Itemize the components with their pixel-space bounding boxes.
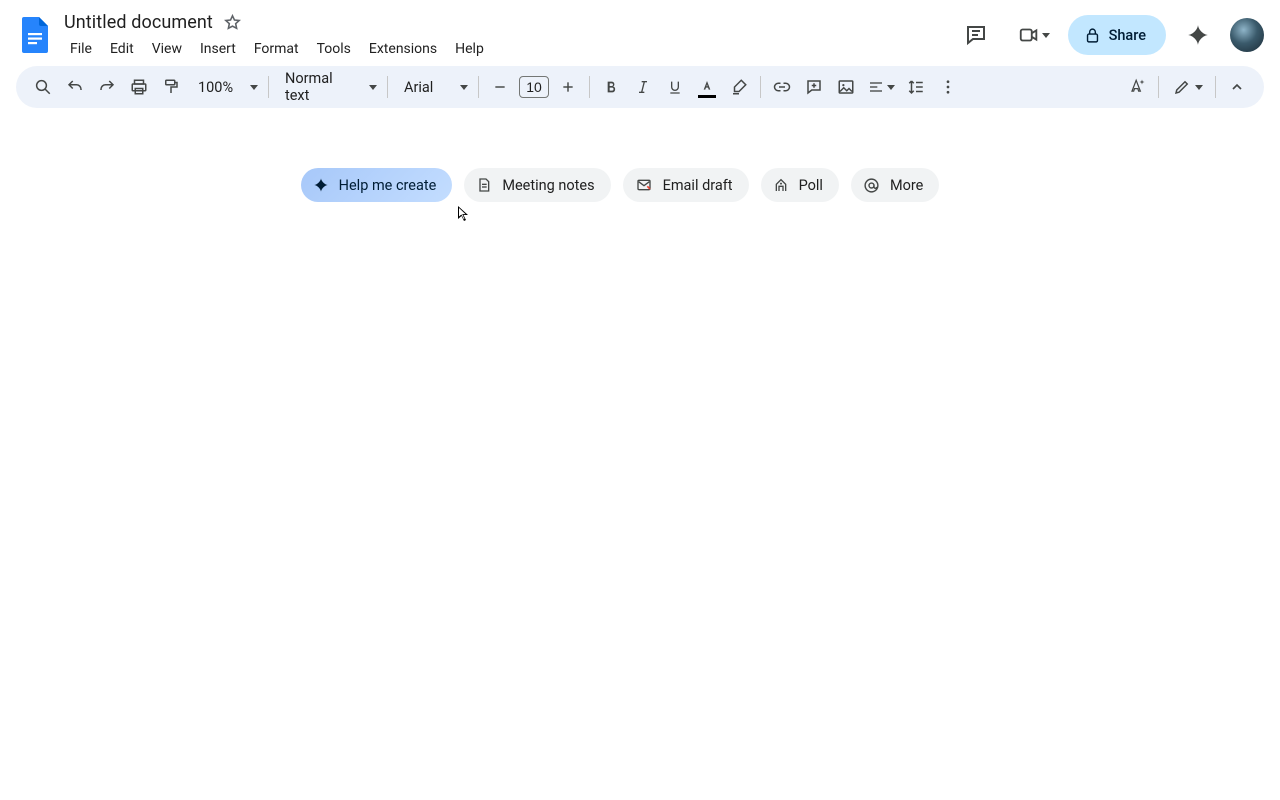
zoom-value: 100% [198, 79, 233, 96]
font-value: Arial [404, 79, 433, 96]
suggestion-chips: Help me create Meeting notes Email draft… [301, 168, 940, 202]
insert-image-icon[interactable] [831, 72, 861, 102]
lock-icon [1084, 27, 1101, 44]
chip-meeting-notes[interactable]: Meeting notes [464, 168, 610, 202]
meet-button[interactable] [1008, 15, 1056, 55]
line-spacing-icon[interactable] [901, 72, 931, 102]
docs-logo-icon[interactable] [16, 15, 56, 55]
chip-more[interactable]: More [851, 168, 939, 202]
chip-label: Email draft [663, 177, 733, 194]
chevron-down-icon [369, 85, 377, 90]
chip-label: Meeting notes [502, 177, 594, 194]
menu-tools[interactable]: Tools [309, 37, 359, 61]
highlight-icon[interactable] [724, 72, 754, 102]
search-menus-icon[interactable] [28, 72, 58, 102]
mail-icon [635, 177, 653, 193]
chevron-down-icon [250, 85, 258, 90]
increase-font-size-icon[interactable] [553, 72, 583, 102]
print-icon[interactable] [124, 72, 154, 102]
title-area: Untitled document File Edit View Insert … [64, 9, 956, 61]
share-label: Share [1109, 27, 1146, 44]
sparkle-icon [313, 177, 329, 193]
menu-insert[interactable]: Insert [192, 37, 244, 61]
text-color-icon[interactable] [692, 72, 722, 102]
font-size-input[interactable] [519, 76, 549, 98]
separator [1215, 76, 1216, 98]
document-title[interactable]: Untitled document [64, 12, 213, 33]
menu-edit[interactable]: Edit [102, 37, 142, 61]
doc-icon [476, 176, 492, 194]
chip-label: Poll [799, 177, 823, 194]
separator [760, 76, 761, 98]
account-avatar[interactable] [1230, 18, 1264, 52]
separator [1158, 76, 1159, 98]
app-header: Untitled document File Edit View Insert … [0, 0, 1280, 62]
undo-icon[interactable] [60, 72, 90, 102]
underline-icon[interactable] [660, 72, 690, 102]
gemini-icon[interactable] [1178, 15, 1218, 55]
menu-view[interactable]: View [144, 37, 190, 61]
paragraph-style-select[interactable]: Normal text [275, 72, 381, 102]
menu-format[interactable]: Format [246, 37, 307, 61]
collapse-toolbar-icon[interactable] [1222, 72, 1252, 102]
pencil-icon [1173, 78, 1191, 96]
paint-format-icon[interactable] [156, 72, 186, 102]
editing-mode-select[interactable] [1165, 72, 1209, 102]
chip-help-me-create[interactable]: Help me create [301, 168, 453, 202]
add-comment-icon[interactable] [799, 72, 829, 102]
chip-email-draft[interactable]: Email draft [623, 168, 749, 202]
chevron-down-icon [887, 85, 895, 90]
more-tools-icon[interactable] [933, 72, 963, 102]
ai-tools-icon[interactable] [1122, 72, 1152, 102]
chip-label: More [890, 177, 923, 194]
toolbar: 100% Normal text Arial [16, 66, 1264, 108]
chevron-down-icon [1195, 85, 1203, 90]
poll-icon [773, 176, 789, 194]
comments-icon[interactable] [956, 15, 996, 55]
align-select[interactable] [863, 72, 899, 102]
chip-label: Help me create [339, 177, 437, 194]
redo-icon[interactable] [92, 72, 122, 102]
insert-link-icon[interactable] [767, 72, 797, 102]
menu-bar: File Edit View Insert Format Tools Exten… [64, 37, 956, 61]
star-icon[interactable] [223, 12, 243, 32]
font-size-group [485, 72, 583, 102]
chevron-down-icon [460, 85, 468, 90]
share-button[interactable]: Share [1068, 15, 1166, 55]
at-icon [863, 177, 880, 194]
separator [268, 76, 269, 98]
header-actions: Share [956, 15, 1264, 55]
mouse-cursor-icon [457, 205, 471, 223]
document-canvas[interactable]: Help me create Meeting notes Email draft… [0, 108, 1280, 202]
italic-icon[interactable] [628, 72, 658, 102]
menu-extensions[interactable]: Extensions [361, 37, 445, 61]
menu-help[interactable]: Help [447, 37, 492, 61]
style-value: Normal text [285, 70, 357, 104]
zoom-select[interactable]: 100% [188, 72, 262, 102]
separator [478, 76, 479, 98]
menu-file[interactable]: File [64, 37, 100, 61]
bold-icon[interactable] [596, 72, 626, 102]
chevron-down-icon [1042, 33, 1050, 38]
decrease-font-size-icon[interactable] [485, 72, 515, 102]
separator [387, 76, 388, 98]
font-select[interactable]: Arial [394, 72, 472, 102]
chip-poll[interactable]: Poll [761, 168, 839, 202]
separator [589, 76, 590, 98]
